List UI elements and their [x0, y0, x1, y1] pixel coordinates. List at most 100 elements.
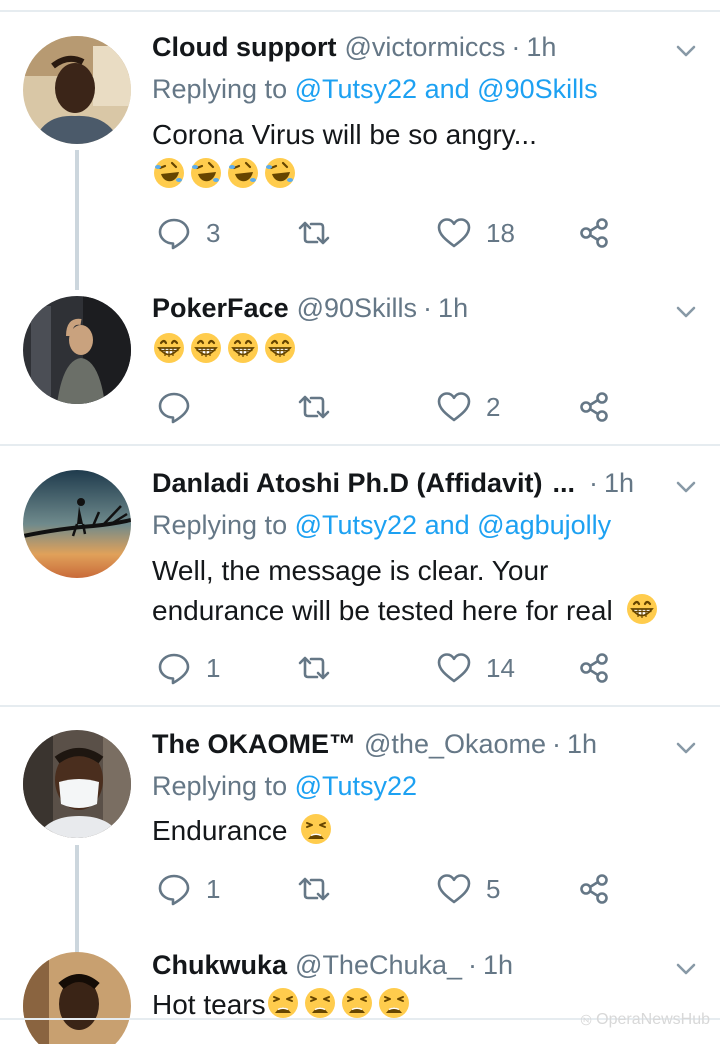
retweet-button[interactable] — [296, 387, 332, 427]
display-name[interactable]: Chukwuka — [152, 945, 287, 985]
top-divider — [0, 10, 720, 12]
tweet-header: Danladi Atoshi Ph.D (Affidavit) ... · 1h — [152, 463, 634, 503]
tweet-actions: 2 — [152, 387, 652, 427]
reply-button[interactable] — [156, 387, 192, 427]
chevron-down-icon[interactable] — [672, 298, 700, 326]
retweet-button[interactable] — [296, 648, 332, 688]
chevron-down-icon[interactable] — [672, 37, 700, 65]
rofl-emoji-icon — [189, 156, 223, 190]
separator-dot: · — [423, 293, 433, 323]
like-count: 14 — [486, 652, 515, 683]
mention-link[interactable]: @Tutsy22 — [295, 510, 417, 540]
like-icon — [436, 871, 472, 907]
avatar[interactable] — [23, 952, 131, 1044]
watermark: OperaNewsHub — [580, 1000, 710, 1040]
display-name[interactable]: The OKAOME™ — [152, 724, 356, 764]
reply-icon — [156, 871, 192, 907]
replying-label: Replying to — [152, 74, 288, 104]
thread-line — [75, 845, 79, 955]
timestamp[interactable]: 1h — [483, 945, 513, 985]
tweet-text: Hot tears — [152, 989, 266, 1020]
name-truncation: ... — [552, 468, 576, 498]
separator-dot: · — [552, 729, 562, 759]
grin-emoji-icon — [189, 331, 223, 365]
share-button[interactable] — [576, 213, 612, 253]
retweet-icon — [296, 650, 332, 686]
like-icon — [436, 389, 472, 425]
timestamp[interactable]: 1h — [526, 27, 556, 67]
share-icon — [576, 215, 612, 251]
like-count: 18 — [486, 217, 515, 248]
tired-face-emoji-icon — [340, 986, 374, 1020]
replying-to: Replying to @Tutsy22 — [152, 766, 417, 806]
timestamp[interactable]: 1h — [567, 724, 597, 764]
share-button[interactable] — [576, 387, 612, 427]
avatar[interactable] — [23, 470, 131, 578]
reply-button[interactable]: 1 — [156, 648, 220, 688]
rofl-emoji-icon — [263, 156, 297, 190]
like-icon — [436, 215, 472, 251]
chevron-down-icon[interactable] — [672, 473, 700, 501]
tweet-emoji-line — [152, 330, 712, 370]
grin-emoji-icon — [226, 331, 260, 365]
chevron-down-icon[interactable] — [672, 734, 700, 762]
mention-link[interactable]: @Tutsy22 — [295, 771, 417, 801]
share-button[interactable] — [576, 869, 612, 909]
avatar[interactable] — [23, 36, 131, 144]
avatar[interactable] — [23, 730, 131, 838]
user-handle[interactable]: @the_Okaome — [364, 724, 546, 764]
retweet-button[interactable] — [296, 213, 332, 253]
tweet-header: Chukwuka @TheChuka_ · 1h — [152, 945, 513, 985]
mention-link[interactable]: @agbujolly — [477, 510, 611, 540]
grin-emoji-icon — [263, 331, 297, 365]
timestamp[interactable]: 1h — [438, 288, 468, 328]
tweet-actions: 1 14 — [152, 648, 652, 688]
reply-count: 1 — [206, 873, 221, 904]
replying-to: Replying to @Tutsy22 and @90Skills — [152, 69, 598, 109]
share-icon — [576, 871, 612, 907]
tweet-header: PokerFace @90Skills · 1h — [152, 288, 468, 328]
tweet-header: Cloud support @victormiccs · 1h — [152, 27, 556, 67]
chevron-down-icon[interactable] — [672, 955, 700, 983]
like-button[interactable]: 2 — [436, 387, 500, 427]
retweet-icon — [296, 215, 332, 251]
display-name[interactable]: Danladi Atoshi Ph.D (Affidavit) — [152, 463, 543, 503]
retweet-button[interactable] — [296, 869, 332, 909]
reply-count: 3 — [206, 217, 221, 248]
reply-button[interactable]: 1 — [156, 869, 220, 909]
reply-button[interactable]: 3 — [156, 213, 220, 253]
avatar[interactable] — [23, 296, 131, 404]
grin-emoji-icon — [625, 592, 659, 626]
user-handle[interactable]: @90Skills — [297, 288, 417, 328]
user-handle[interactable]: @victormiccs — [344, 27, 505, 67]
like-button[interactable]: 14 — [436, 648, 515, 688]
thread-line — [75, 150, 79, 290]
mention-and: and — [424, 74, 470, 104]
tweet-actions: 1 5 — [152, 869, 652, 909]
timestamp[interactable]: 1h — [604, 463, 634, 503]
mention-link[interactable]: @90Skills — [477, 74, 597, 104]
watermark-text: OperaNewsHub — [596, 1011, 710, 1028]
display-name[interactable]: PokerFace — [152, 288, 289, 328]
like-count: 2 — [486, 391, 501, 422]
like-button[interactable]: 18 — [436, 213, 515, 253]
tweet-actions: 3 18 — [152, 213, 652, 253]
mention-link[interactable]: @Tutsy22 — [295, 74, 417, 104]
tweet-emoji-line — [152, 155, 712, 195]
retweet-icon — [296, 389, 332, 425]
user-handle[interactable]: @TheChuka_ — [295, 945, 462, 985]
rofl-emoji-icon — [226, 156, 260, 190]
tweet-divider — [0, 705, 720, 707]
replying-label: Replying to — [152, 771, 288, 801]
share-button[interactable] — [576, 648, 612, 688]
reply-icon — [156, 215, 192, 251]
separator-dot: · — [511, 32, 521, 62]
separator-dot: · — [589, 468, 599, 498]
replying-label: Replying to — [152, 510, 288, 540]
replying-to: Replying to @Tutsy22 and @agbujolly — [152, 505, 611, 545]
like-icon — [436, 650, 472, 686]
like-button[interactable]: 5 — [436, 869, 500, 909]
tweet-text: Corona Virus will be so angry... — [152, 119, 537, 150]
display-name[interactable]: Cloud support — [152, 27, 336, 67]
tired-face-emoji-icon — [303, 986, 337, 1020]
